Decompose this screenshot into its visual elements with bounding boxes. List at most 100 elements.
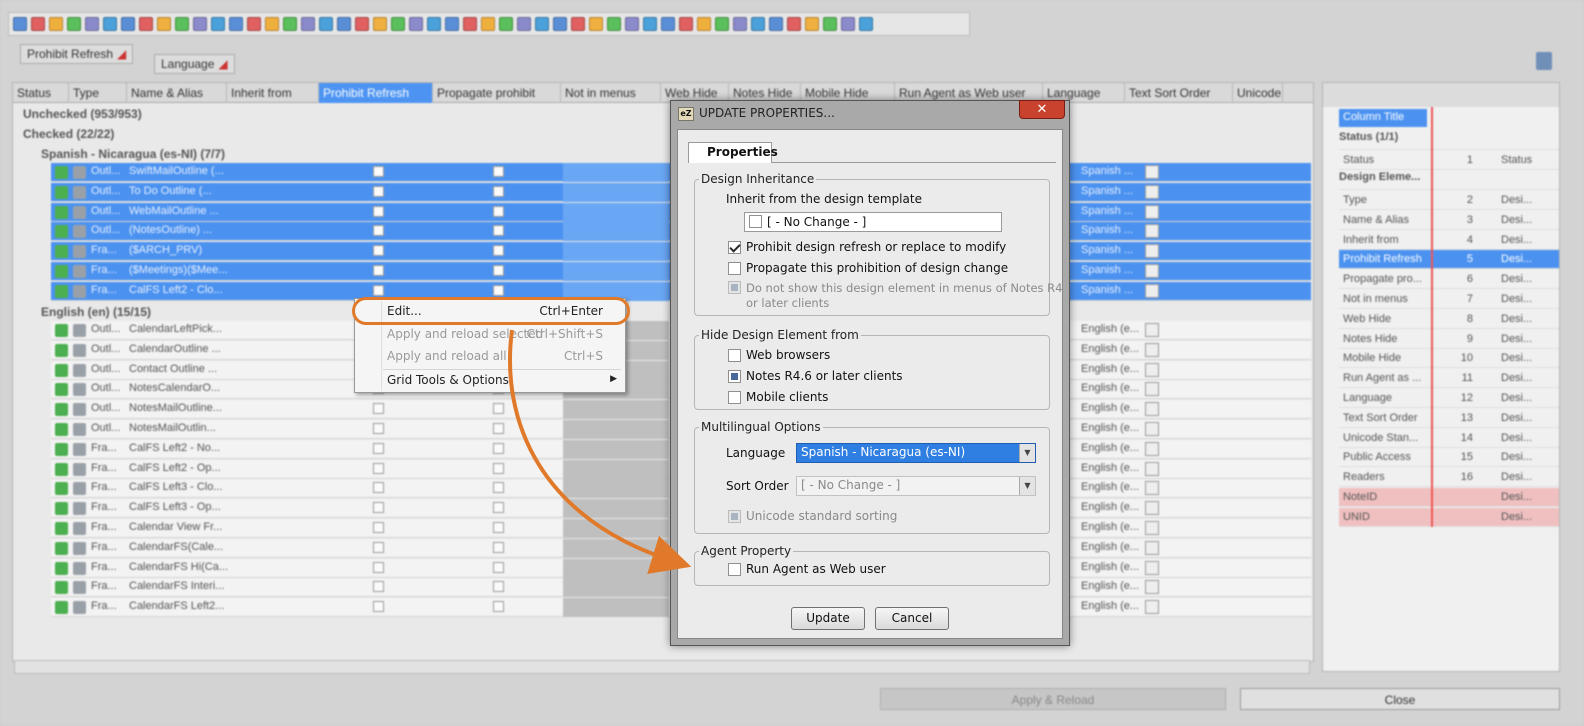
column-setting-row[interactable]: Name & Alias 3 Desi... xyxy=(1339,211,1559,230)
inherit-template-field[interactable]: [ - No Change - ] xyxy=(744,212,1002,232)
hide-mobile-checkbox[interactable] xyxy=(728,391,741,404)
chevron-down-icon[interactable] xyxy=(1145,184,1159,199)
propagate-checkbox[interactable] xyxy=(493,482,504,494)
toolbar-icon[interactable] xyxy=(643,17,657,31)
propagate-checkbox[interactable] xyxy=(493,245,504,257)
column-setting-row[interactable]: Unicode Stan... 14 Desi... xyxy=(1339,429,1559,448)
propagate-checkbox[interactable] xyxy=(493,561,504,573)
propagate-checkbox[interactable] xyxy=(493,541,504,553)
chevron-down-icon[interactable] xyxy=(1145,165,1159,179)
toolbar-icon[interactable] xyxy=(409,17,423,31)
toolbar-icon[interactable] xyxy=(211,17,225,31)
hide-notes-checkbox[interactable] xyxy=(728,370,741,383)
toolbar-icon[interactable] xyxy=(859,17,873,31)
language-select[interactable]: Spanish - Nicaragua (es-NI) ▼ xyxy=(796,443,1036,463)
toolbar-icon[interactable] xyxy=(571,17,585,31)
propagate-checkbox[interactable] xyxy=(493,462,504,474)
prohibit-refresh-checkbox[interactable] xyxy=(373,205,384,217)
column-header[interactable]: Type xyxy=(69,83,127,103)
prohibit-refresh-checkbox[interactable] xyxy=(373,185,384,197)
propagate-checkbox[interactable] xyxy=(493,522,504,533)
propagate-checkbox[interactable] xyxy=(493,502,504,514)
apply-reload-button[interactable]: Apply & Reload xyxy=(880,688,1226,710)
chevron-down-icon[interactable] xyxy=(1145,560,1159,575)
group-chip-prohibit-refresh[interactable]: Prohibit Refresh ◢ xyxy=(20,44,134,64)
menu-item-apply-reload-selected[interactable]: Apply and reload selected Ctrl+Shift+S xyxy=(355,324,625,346)
toolbar-icon[interactable] xyxy=(679,17,693,31)
close-button[interactable]: Close xyxy=(1240,688,1560,710)
prohibit-refresh-checkbox[interactable] xyxy=(373,265,384,276)
column-setting-row[interactable]: Web Hide 8 Desi... xyxy=(1339,310,1559,329)
column-setting-row[interactable]: Language 12 Desi... xyxy=(1339,389,1559,408)
chevron-down-icon[interactable] xyxy=(1145,264,1159,278)
toolbar-icon[interactable] xyxy=(787,17,801,31)
column-setting-row[interactable]: Status 1 Status xyxy=(1339,151,1559,170)
menu-item-apply-reload-all[interactable]: Apply and reload all Ctrl+S xyxy=(355,346,625,368)
toolbar-icon[interactable] xyxy=(139,17,153,31)
chevron-down-icon[interactable] xyxy=(1145,402,1159,417)
toolbar-icon[interactable] xyxy=(247,17,261,31)
toolbar-icon[interactable] xyxy=(121,17,135,31)
rp-group-status[interactable]: Status (1/1) xyxy=(1339,131,1559,150)
propagate-checkbox[interactable] xyxy=(493,442,504,454)
toolbar-icon[interactable] xyxy=(751,17,765,31)
chevron-down-icon[interactable] xyxy=(1145,600,1159,615)
dialog-close-button[interactable]: ✕ xyxy=(1019,100,1065,119)
prohibit-refresh-checkbox[interactable] xyxy=(373,225,384,237)
column-header[interactable]: Name & Alias xyxy=(127,83,227,103)
chevron-down-icon[interactable] xyxy=(1145,481,1159,496)
chevron-down-icon[interactable] xyxy=(1145,382,1159,397)
toolbar-icon[interactable] xyxy=(157,17,171,31)
group-spanish[interactable]: Spanish - Nicaragua (es-NI) (7/7) xyxy=(35,145,231,163)
group-checked[interactable]: Checked (22/22) xyxy=(17,125,120,143)
propagate-checkbox[interactable] xyxy=(493,166,504,177)
propagate-checkbox[interactable] xyxy=(493,225,504,237)
menu-item-grid-tools[interactable]: Grid Tools & Options ▶ xyxy=(355,370,625,392)
column-setting-row[interactable]: Public Access 15 Desi... xyxy=(1339,448,1559,468)
chevron-down-icon[interactable] xyxy=(1145,422,1159,436)
toolbar-icon[interactable] xyxy=(337,17,351,31)
toolbar-icon[interactable] xyxy=(625,17,639,31)
prohibit-refresh-checkbox[interactable] xyxy=(373,541,384,553)
horizontal-scrollbar[interactable] xyxy=(14,660,1310,674)
toolbar-icon[interactable] xyxy=(391,17,405,31)
column-setting-row[interactable]: UNID Desi... xyxy=(1339,507,1559,527)
toolbar-icon[interactable] xyxy=(841,17,855,31)
chevron-down-icon[interactable] xyxy=(1145,362,1159,377)
propagate-checkbox[interactable] xyxy=(493,581,504,593)
prohibit-refresh-checkbox[interactable] xyxy=(373,462,384,474)
inherit-checkbox[interactable] xyxy=(749,215,762,228)
toolbar-icon[interactable] xyxy=(535,17,549,31)
propagate-checkbox[interactable] xyxy=(493,205,504,217)
column-setting-row[interactable]: Readers 16 Desi... xyxy=(1339,468,1559,488)
chevron-down-icon[interactable] xyxy=(1145,244,1159,259)
toolbar-icon[interactable] xyxy=(661,17,675,31)
toolbar-icon[interactable] xyxy=(445,17,459,31)
rp-group-design[interactable]: Design Eleme... xyxy=(1339,171,1559,190)
column-header[interactable]: Prohibit Refresh xyxy=(319,83,433,103)
toolbar-icon[interactable] xyxy=(553,17,567,31)
toolbar-icon[interactable] xyxy=(67,17,81,31)
cancel-button[interactable]: Cancel xyxy=(875,607,949,630)
tab-properties[interactable]: Properties xyxy=(688,142,778,163)
prohibit-refresh-checkbox[interactable] xyxy=(373,561,384,573)
toolbar-icon[interactable] xyxy=(463,17,477,31)
toolbar-icon[interactable] xyxy=(355,17,369,31)
hide-web-checkbox[interactable] xyxy=(728,349,741,362)
column-title-header[interactable]: Column Title xyxy=(1339,109,1427,127)
propagate-checkbox[interactable] xyxy=(493,284,504,296)
toolbar-icon[interactable] xyxy=(193,17,207,31)
unicode-sorting-checkbox[interactable] xyxy=(728,510,741,523)
column-header[interactable]: Text Sort Order xyxy=(1125,83,1233,103)
toolbar-icon[interactable] xyxy=(607,17,621,31)
propagate-checkbox[interactable] xyxy=(493,185,504,197)
column-header[interactable]: Unicode xyxy=(1233,83,1283,103)
toolbar-icon[interactable] xyxy=(499,17,513,31)
column-setting-row[interactable]: Propagate pro... 6 Desi... xyxy=(1339,270,1559,290)
chevron-down-icon[interactable] xyxy=(1145,580,1159,595)
toolbar-icon[interactable] xyxy=(517,17,531,31)
column-setting-row[interactable]: Not in menus 7 Desi... xyxy=(1339,290,1559,309)
sort-order-select[interactable]: [ - No Change - ] ▼ xyxy=(796,476,1036,496)
column-header[interactable]: Inherit from xyxy=(227,83,319,103)
prohibit-refresh-checkbox[interactable] xyxy=(373,502,384,514)
